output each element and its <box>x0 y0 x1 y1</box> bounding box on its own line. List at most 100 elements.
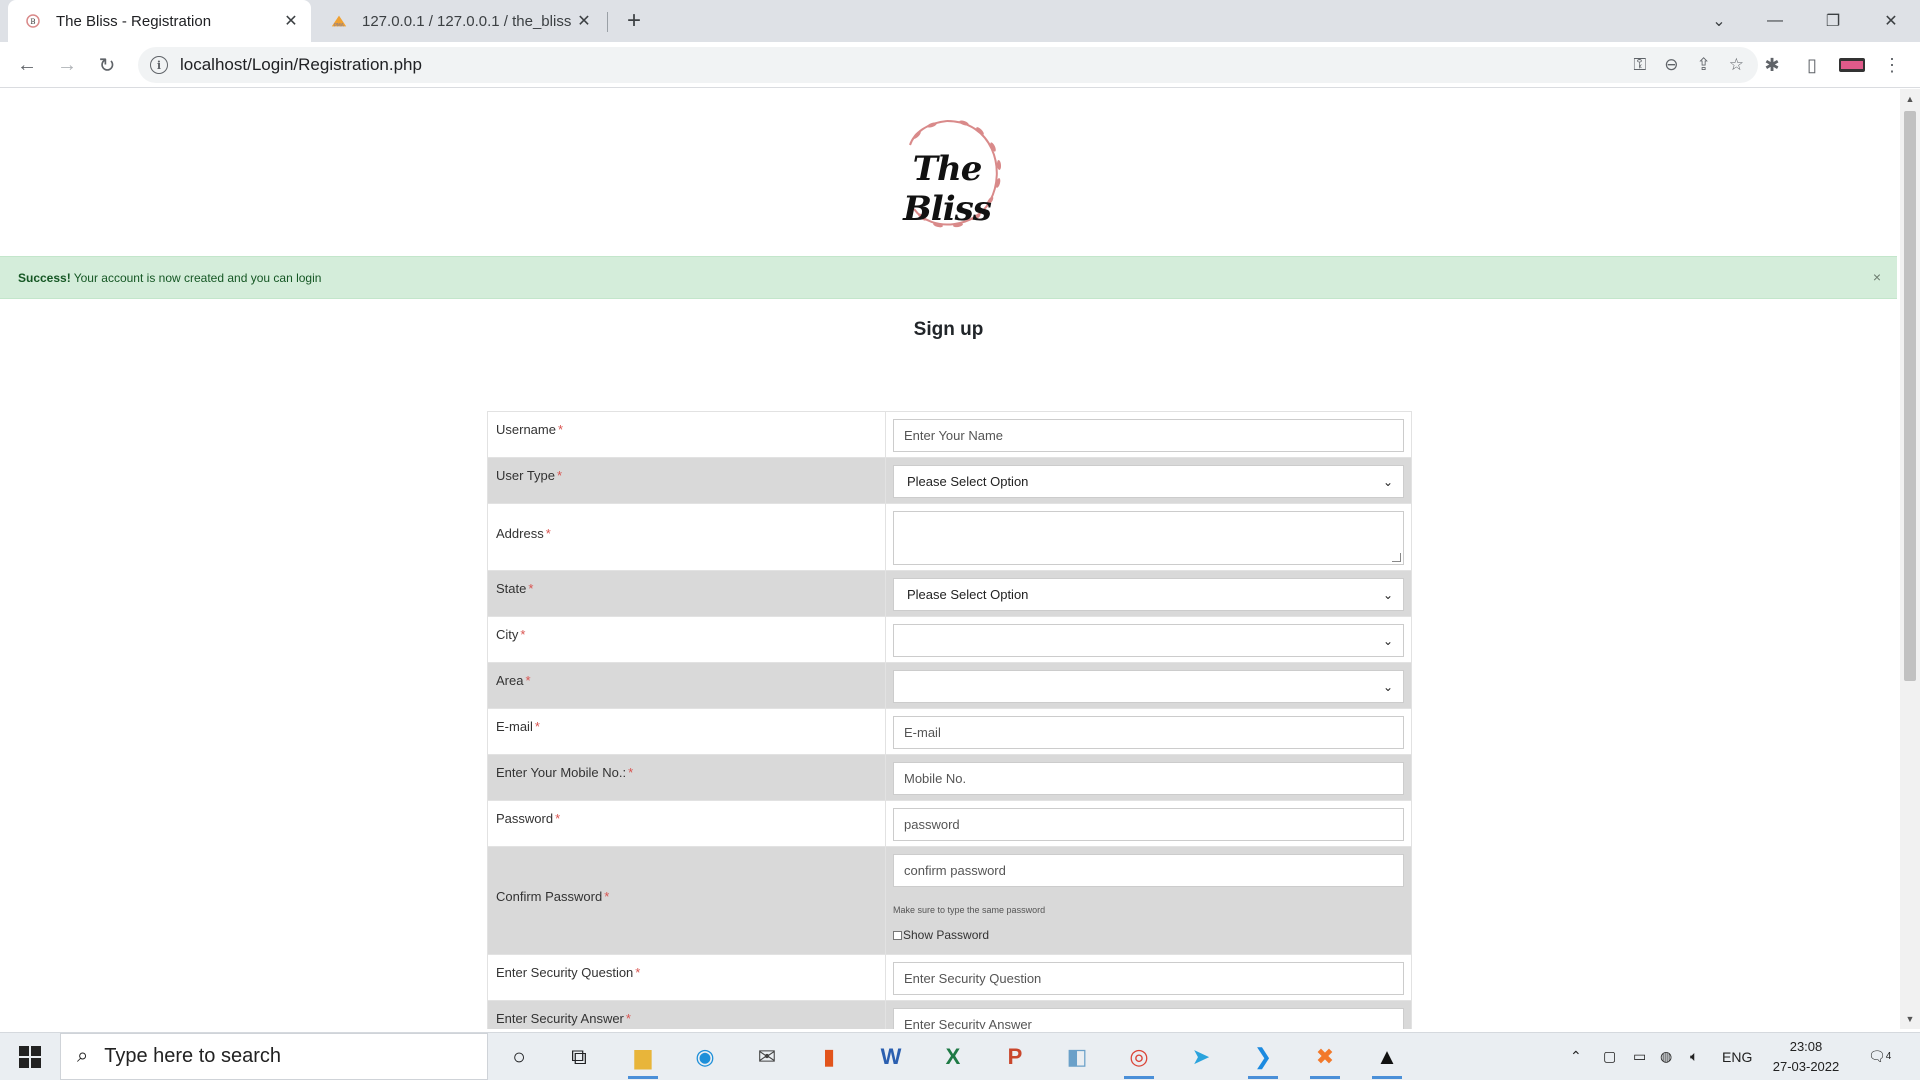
forward-icon[interactable]: → <box>51 49 83 81</box>
mail-icon[interactable]: ✉ <box>744 1039 790 1075</box>
security-answer-label: Enter Security Answer * <box>488 1001 886 1029</box>
meet-icon[interactable]: ▢ <box>1603 1033 1616 1080</box>
svg-text:B: B <box>30 18 35 26</box>
edge-browser-icon[interactable]: ◉ <box>682 1039 728 1075</box>
close-window-icon[interactable]: ✕ <box>1868 0 1914 42</box>
address-label: Address * <box>488 504 886 570</box>
language-indicator[interactable]: ENG <box>1722 1033 1752 1080</box>
form-row-address: Address * <box>488 504 1411 571</box>
restore-icon[interactable]: ❐ <box>1810 0 1856 42</box>
site-info-icon[interactable]: i <box>150 56 168 74</box>
windows-start-icon[interactable] <box>8 1045 52 1069</box>
mobile-input[interactable]: Mobile No. <box>893 762 1404 795</box>
file-explorer-icon[interactable]: ▆ <box>620 1039 666 1079</box>
area-select[interactable]: ⌄ <box>893 670 1404 703</box>
side-panel-icon[interactable]: ▯ <box>1796 49 1828 81</box>
task-view-icon[interactable]: ⧉ <box>556 1039 602 1075</box>
key-icon[interactable]: ⚿ <box>1633 55 1646 75</box>
url-text[interactable]: localhost/Login/Registration.php <box>180 55 422 75</box>
tab-divider <box>607 12 608 32</box>
resize-handle-icon[interactable] <box>1392 553 1401 562</box>
show-password-checkbox[interactable] <box>893 930 902 940</box>
powerpoint-icon[interactable]: P <box>992 1039 1038 1075</box>
email-input[interactable]: E-mail <box>893 716 1404 749</box>
word-icon[interactable]: W <box>868 1039 914 1075</box>
search-icon: ⌕ <box>77 1045 89 1067</box>
xampp-icon[interactable]: ✖ <box>1302 1039 1348 1079</box>
photos-icon[interactable]: ▲ <box>1364 1039 1410 1079</box>
close-tab-icon[interactable]: ✕ <box>572 9 596 33</box>
city-label: City * <box>488 617 886 662</box>
vscode-icon[interactable]: ❯ <box>1240 1039 1286 1079</box>
form-row-city: City * ⌄ <box>488 617 1411 663</box>
chrome-icon[interactable]: ◎ <box>1116 1039 1162 1079</box>
tab-title: 127.0.0.1 / 127.0.0.1 / the_bliss / t <box>362 12 572 30</box>
chevron-down-icon: ⌄ <box>1382 474 1393 489</box>
share-icon[interactable]: ⇪ <box>1697 55 1711 75</box>
close-tab-icon[interactable]: ✕ <box>279 9 303 33</box>
browser-toolbar: ← → ↻ i localhost/Login/Registration.php… <box>0 42 1920 88</box>
confirm-password-input[interactable]: confirm password <box>893 854 1404 887</box>
cortana-icon[interactable]: ○ <box>496 1039 542 1075</box>
system-clock[interactable]: 23:08 27-03-2022 <box>1768 1037 1844 1077</box>
password-input[interactable]: password <box>893 808 1404 841</box>
svg-text:PMA: PMA <box>334 22 345 28</box>
scroll-up-arrow-icon[interactable]: ▲ <box>1900 91 1920 107</box>
files-app-icon[interactable]: ◧ <box>1054 1039 1100 1075</box>
user-type-select[interactable]: Please Select Option ⌄ <box>893 465 1404 498</box>
username-input[interactable]: Enter Your Name <box>893 419 1404 452</box>
tab-registration[interactable]: B The Bliss - Registration ✕ <box>8 0 311 42</box>
security-question-input[interactable]: Enter Security Question <box>893 962 1404 995</box>
reload-icon[interactable]: ↻ <box>91 49 123 81</box>
user-type-label: User Type * <box>488 458 886 503</box>
alert-close-icon[interactable]: × <box>1873 269 1881 285</box>
state-label: State * <box>488 571 886 616</box>
page-title: Sign up <box>913 319 984 340</box>
tab-strip: B The Bliss - Registration ✕ PMA 127.0.0… <box>0 0 1920 42</box>
extensions-icon[interactable]: ✱ <box>1756 49 1788 81</box>
scrollbar-thumb[interactable] <box>1904 111 1916 681</box>
address-bar[interactable]: i localhost/Login/Registration.php ⚿ ⊖ ⇪… <box>138 47 1758 83</box>
menu-kebab-icon[interactable]: ⋮ <box>1876 49 1908 81</box>
form-row-state: State * Please Select Option ⌄ <box>488 571 1411 617</box>
registration-form: Username * Enter Your Name User Type * Ple… <box>487 411 1412 1029</box>
success-alert: Success! Your account is now created and… <box>0 256 1897 299</box>
security-answer-input[interactable]: Enter Security Answer <box>893 1008 1404 1029</box>
form-row-security-answer: Enter Security Answer * Enter Security An… <box>488 1001 1411 1029</box>
zoom-out-icon[interactable]: ⊖ <box>1664 55 1678 75</box>
telegram-icon[interactable]: ➤ <box>1178 1039 1224 1075</box>
back-icon[interactable]: ← <box>11 49 43 81</box>
form-row-username: Username * Enter Your Name <box>488 412 1411 458</box>
scroll-down-arrow-icon[interactable]: ▼ <box>1900 1011 1920 1027</box>
tab-search-chevron-icon[interactable]: ⌄ <box>1696 0 1742 42</box>
page-scrollbar[interactable]: ▲ ▼ <box>1900 89 1920 1029</box>
new-tab-icon[interactable]: + <box>620 7 648 35</box>
show-password-toggle[interactable]: Show Password <box>893 928 1404 942</box>
bookmark-star-icon[interactable]: ☆ <box>1729 55 1744 75</box>
password-hint: Make sure to type the same password <box>893 905 1046 915</box>
volume-icon[interactable]: 🔈︎ <box>1690 1033 1698 1080</box>
notifications-icon[interactable]: 🗨︎ 4 <box>1868 1033 1891 1080</box>
notification-count: 4 <box>1885 1051 1892 1062</box>
profile-avatar-icon[interactable] <box>1836 49 1868 81</box>
address-textarea[interactable] <box>893 511 1404 565</box>
minimize-icon[interactable]: — <box>1752 0 1798 42</box>
area-label: Area * <box>488 663 886 708</box>
chevron-down-icon: ⌄ <box>1382 587 1393 602</box>
tab-phpmyadmin[interactable]: PMA 127.0.0.1 / 127.0.0.1 / the_bliss / … <box>314 0 604 42</box>
excel-icon[interactable]: X <box>930 1039 976 1075</box>
office-icon[interactable]: ▮ <box>806 1039 852 1075</box>
battery-icon[interactable]: ▭ <box>1633 1033 1646 1080</box>
tab-title: The Bliss - Registration <box>56 12 212 30</box>
taskbar-search[interactable]: ⌕ Type here to search <box>60 1033 488 1080</box>
phpmyadmin-favicon-icon: PMA <box>330 12 348 30</box>
taskbar-search-placeholder: Type here to search <box>104 1045 281 1067</box>
page-viewport: The Bliss Success! Your account is now c… <box>0 89 1900 1029</box>
tray-chevron-up-icon[interactable]: ⌃ <box>1570 1033 1582 1080</box>
form-row-email: E-mail * E-mail <box>488 709 1411 755</box>
city-select[interactable]: ⌄ <box>893 624 1404 657</box>
state-select[interactable]: Please Select Option ⌄ <box>893 578 1404 611</box>
form-row-confirm-password: Confirm Password * confirm password Make … <box>488 847 1411 955</box>
network-globe-icon[interactable]: ◍ <box>1660 1033 1672 1080</box>
security-question-label: Enter Security Question * <box>488 955 886 1000</box>
